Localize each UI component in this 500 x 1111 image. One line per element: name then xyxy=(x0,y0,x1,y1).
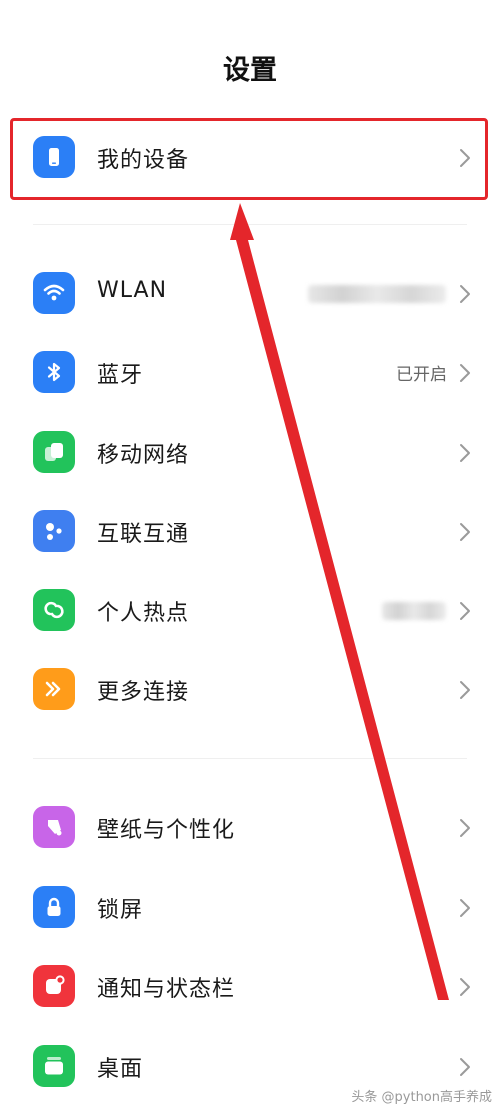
wallpaper-icon xyxy=(33,806,75,848)
settings-item-label: 通知与状态栏 xyxy=(97,977,236,1002)
chevron-right-icon xyxy=(460,602,470,620)
chevron-right-icon xyxy=(460,1058,470,1076)
settings-item-label: 移动网络 xyxy=(97,443,190,468)
chevron-right-icon xyxy=(460,899,470,917)
settings-item-label: 蓝牙 xyxy=(97,363,144,388)
blurred-wifi-name xyxy=(308,285,446,303)
blurred-hotspot-status xyxy=(382,602,446,620)
settings-item-label: WLAN xyxy=(97,278,168,303)
settings-item-notifications[interactable]: 通知与状态栏 xyxy=(0,947,500,1027)
settings-item-more-connections[interactable]: 更多连接 xyxy=(0,650,500,730)
page-title: 设置 xyxy=(223,55,277,86)
bluetooth-icon xyxy=(33,351,75,393)
desktop-icon xyxy=(33,1045,75,1087)
notification-icon xyxy=(33,965,75,1007)
settings-item-label: 更多连接 xyxy=(97,680,190,705)
annotation-highlight-box xyxy=(10,118,488,200)
watermark: 头条 @python高手养成 xyxy=(351,1090,492,1105)
wifi-icon xyxy=(33,272,75,314)
chevron-right-icon xyxy=(460,681,470,699)
settings-item-bluetooth[interactable]: 蓝牙 已开启 xyxy=(0,333,500,413)
section-divider xyxy=(33,758,467,759)
settings-item-label: 壁纸与个性化 xyxy=(97,818,236,843)
chevron-right-icon xyxy=(460,285,470,303)
lock-icon xyxy=(33,886,75,928)
settings-item-hotspot[interactable]: 个人热点 xyxy=(0,571,500,651)
settings-item-wallpaper[interactable]: 壁纸与个性化 xyxy=(0,788,500,868)
more-connections-icon xyxy=(33,668,75,710)
bluetooth-status: 已开启 xyxy=(396,365,447,385)
settings-item-label: 锁屏 xyxy=(97,898,144,923)
settings-item-lock-screen[interactable]: 锁屏 xyxy=(0,868,500,948)
hotspot-icon xyxy=(33,589,75,631)
settings-item-mobile-network[interactable]: 移动网络 xyxy=(0,413,500,493)
settings-item-wlan[interactable]: WLAN xyxy=(0,254,500,334)
settings-item-label: 互联互通 xyxy=(97,522,190,547)
settings-item-label: 桌面 xyxy=(97,1057,144,1082)
chevron-right-icon xyxy=(460,523,470,541)
chevron-right-icon xyxy=(460,819,470,837)
settings-item-interconnect[interactable]: 互联互通 xyxy=(0,492,500,572)
section-divider xyxy=(33,224,467,225)
chevron-right-icon xyxy=(460,978,470,996)
chevron-right-icon xyxy=(460,444,470,462)
mobile-network-icon xyxy=(33,431,75,473)
settings-item-label: 个人热点 xyxy=(97,601,190,626)
chevron-right-icon xyxy=(460,364,470,382)
interconnect-icon xyxy=(33,510,75,552)
